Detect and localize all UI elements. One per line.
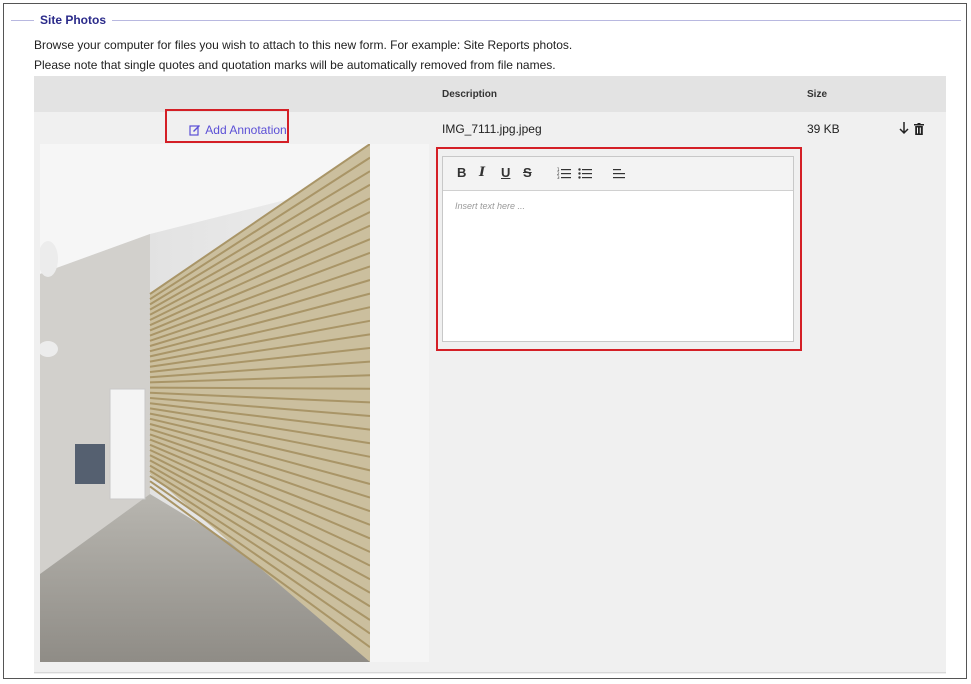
annotation-textarea[interactable]: Insert text here ... [443, 191, 793, 341]
photo-thumbnail[interactable] [40, 144, 429, 662]
help-text-1: Browse your computer for files you wish … [34, 38, 573, 52]
underline-button[interactable]: U [501, 165, 510, 180]
svg-text:3: 3 [557, 175, 560, 179]
help-text-2: Please note that single quotes and quota… [34, 58, 556, 72]
strikethrough-button[interactable]: S [523, 165, 532, 180]
table-header: Description Size [34, 76, 946, 112]
italic-button[interactable]: I [479, 165, 485, 180]
trash-icon[interactable] [914, 123, 924, 135]
form-frame: Site Photos Browse your computer for fil… [3, 3, 967, 679]
align-left-icon[interactable] [613, 167, 627, 179]
bullet-list-icon[interactable] [578, 167, 592, 179]
editor-toolbar: B I U S 1 2 3 [443, 157, 793, 191]
add-annotation-link[interactable]: Add Annotation [186, 116, 290, 144]
annotation-editor: B I U S 1 2 3 Insert text here ... [442, 156, 794, 342]
file-size: 39 KB [807, 122, 840, 136]
add-annotation-label: Add Annotation [205, 123, 287, 137]
header-size: Size [807, 89, 828, 100]
wood-slat [149, 386, 371, 390]
section-legend: Site Photos [34, 13, 113, 27]
bold-button[interactable]: B [457, 165, 466, 180]
annotate-icon [189, 125, 201, 136]
header-description: Description [442, 89, 498, 100]
row-divider [34, 672, 946, 673]
download-icon[interactable] [898, 121, 910, 135]
attachments-table: Description Size Add Annotation IMG_7111… [34, 76, 946, 674]
fieldset-border [11, 20, 961, 21]
file-name: IMG_7111.jpg.jpeg [442, 122, 542, 136]
ordered-list-icon[interactable]: 1 2 3 [557, 167, 571, 179]
